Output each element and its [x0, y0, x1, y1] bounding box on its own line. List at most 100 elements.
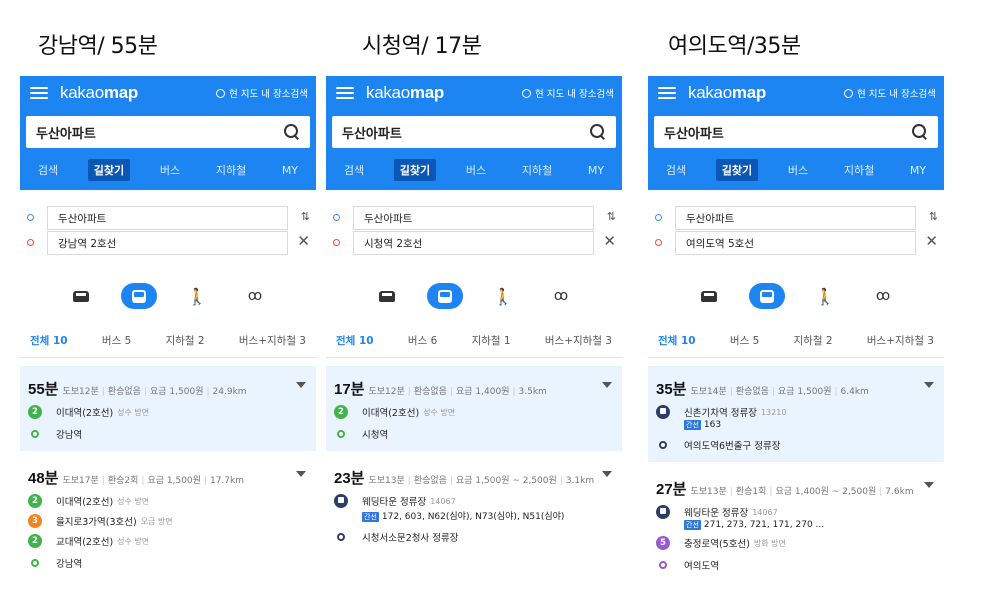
destination-input[interactable]: 여의도역 5호선 [675, 231, 916, 255]
filter-2[interactable]: 지하철 2 [794, 333, 833, 348]
tab-3[interactable]: 지하철 [516, 159, 558, 181]
transit-mode-button[interactable] [749, 283, 785, 309]
route-card[interactable]: 23분 도보13분 | 환승없음 | 요금 1,500원 ~ 2,500원 | 3.1km 웨… [326, 455, 622, 554]
route-minutes: 23분 [334, 470, 365, 487]
subway-line-badge: 5 [656, 536, 670, 550]
filter-0[interactable]: 전체 10 [336, 333, 374, 348]
search-query: 두산아파트 [342, 126, 402, 142]
filter-1[interactable]: 버스 6 [408, 333, 437, 348]
walk-icon: 🚶 [815, 286, 835, 306]
chevron-down-icon[interactable] [296, 382, 306, 388]
tab-1[interactable]: 길찾기 [393, 159, 437, 181]
route-card[interactable]: 27분 도보13분 | 환승1회 | 요금 1,400원 ~ 2,500원 | 7.6km 웨… [648, 466, 944, 582]
walk-icon: 🚶 [493, 286, 513, 306]
end-station-name: 여의도역 [684, 561, 719, 572]
main-tabs: 검색 길찾기 버스 지하철 MY [326, 158, 622, 182]
filter-0[interactable]: 전체 10 [30, 333, 68, 348]
kakaomap-logo[interactable]: kakaomap [688, 83, 766, 103]
close-icon[interactable]: ✕ [925, 232, 938, 250]
route-meta: 환승없음 [735, 387, 769, 397]
chevron-down-icon[interactable] [602, 382, 612, 388]
filter-1[interactable]: 버스 5 [102, 333, 131, 348]
swap-icon[interactable]: ⇅ [607, 210, 616, 223]
kakaomap-logo[interactable]: kakaomap [60, 83, 138, 103]
here-search-toggle[interactable]: 현 지도 내 장소검색 [522, 86, 614, 100]
transit-mode-button[interactable] [121, 283, 157, 309]
route-meta: 요금 1,400원 ~ 2,500원 [775, 487, 877, 497]
chevron-down-icon[interactable] [602, 471, 612, 477]
filter-3[interactable]: 버스+지하철 3 [545, 333, 612, 348]
meta-separator: | [101, 387, 105, 397]
tab-2[interactable]: 버스 [154, 159, 186, 181]
tab-0[interactable]: 검색 [660, 159, 692, 181]
car-mode-button[interactable] [369, 283, 405, 309]
tab-4[interactable]: MY [904, 161, 932, 180]
filter-0[interactable]: 전체 10 [658, 333, 696, 348]
walk-mode-button[interactable]: 🚶 [485, 283, 521, 309]
tab-4[interactable]: MY [276, 161, 304, 180]
filter-2[interactable]: 지하철 2 [166, 333, 205, 348]
destination-dot-icon [655, 239, 662, 246]
walk-mode-button[interactable]: 🚶 [179, 283, 215, 309]
transit-mode-button[interactable] [427, 283, 463, 309]
route-card[interactable]: 17분 도보12분 | 환승없음 | 요금 1,400원 | 3.5km 2 이대역(2호선)… [326, 366, 622, 451]
meta-separator: | [729, 487, 733, 497]
route-card[interactable]: 55분 도보12분 | 환승없음 | 요금 1,500원 | 24.9km 2 이대역(2호선… [20, 366, 316, 451]
destination-input[interactable]: 강남역 2호선 [47, 231, 288, 255]
chevron-down-icon[interactable] [924, 482, 934, 488]
close-icon[interactable]: ✕ [297, 232, 310, 250]
bus-number-list: 271, 273, 721, 171, 270 ... [703, 520, 825, 530]
end-station-name: 시청역 [362, 430, 389, 441]
route-meta: 7.6km [885, 487, 914, 497]
origin-input[interactable]: 두산아파트 [353, 206, 594, 230]
tab-2[interactable]: 버스 [460, 159, 492, 181]
transport-modes: 🚶 ꝏ [20, 276, 316, 316]
search-box[interactable]: 두산아파트 [26, 116, 310, 148]
walk-mode-button[interactable]: 🚶 [807, 283, 843, 309]
origin-input[interactable]: 두산아파트 [47, 206, 288, 230]
hamburger-menu-icon[interactable] [336, 87, 354, 99]
tab-3[interactable]: 지하철 [838, 159, 880, 181]
tab-1[interactable]: 길찾기 [87, 159, 131, 181]
kakaomap-logo[interactable]: kakaomap [366, 83, 444, 103]
destination-input[interactable]: 시청역 2호선 [353, 231, 594, 255]
hamburger-menu-icon[interactable] [658, 87, 676, 99]
tab-1[interactable]: 길찾기 [715, 159, 759, 181]
caption-cityhall: 시청역/ 17분 [362, 34, 482, 59]
filter-3[interactable]: 버스+지하철 3 [239, 333, 306, 348]
destination-end-icon [337, 533, 345, 541]
car-mode-button[interactable] [63, 283, 99, 309]
filter-2[interactable]: 지하철 1 [472, 333, 511, 348]
chevron-down-icon[interactable] [296, 471, 306, 477]
tab-0[interactable]: 검색 [32, 159, 64, 181]
tab-3[interactable]: 지하철 [210, 159, 252, 181]
kakaomap-panel: kakaomap 현 지도 내 장소검색 두산아파트 검색 길찾기 버스 지하철 MY … [20, 76, 316, 586]
search-icon[interactable] [284, 124, 300, 140]
here-search-toggle[interactable]: 현 지도 내 장소검색 [844, 86, 936, 100]
close-icon[interactable]: ✕ [603, 232, 616, 250]
filter-3[interactable]: 버스+지하철 3 [867, 333, 934, 348]
origin-input[interactable]: 두산아파트 [675, 206, 916, 230]
tab-2[interactable]: 버스 [782, 159, 814, 181]
search-icon[interactable] [590, 124, 606, 140]
search-box[interactable]: 두산아파트 [332, 116, 616, 148]
car-mode-button[interactable] [691, 283, 727, 309]
filter-1[interactable]: 버스 5 [730, 333, 759, 348]
bike-mode-button[interactable]: ꝏ [237, 283, 273, 309]
hamburger-menu-icon[interactable] [30, 87, 48, 99]
search-icon[interactable] [912, 124, 928, 140]
transport-modes: 🚶 ꝏ [648, 276, 944, 316]
search-box[interactable]: 두산아파트 [654, 116, 938, 148]
here-search-toggle[interactable]: 현 지도 내 장소검색 [216, 86, 308, 100]
swap-icon[interactable]: ⇅ [301, 210, 310, 223]
tab-4[interactable]: MY [582, 161, 610, 180]
route-summary: 48분 도보17분 | 환승2회 | 요금 1,500원 | 17.7km [28, 467, 306, 488]
chevron-down-icon[interactable] [924, 382, 934, 388]
bike-mode-button[interactable]: ꝏ [543, 283, 579, 309]
swap-icon[interactable]: ⇅ [929, 210, 938, 223]
tab-0[interactable]: 검색 [338, 159, 370, 181]
bike-mode-button[interactable]: ꝏ [865, 283, 901, 309]
route-card[interactable]: 35분 도보14분 | 환승없음 | 요금 1,500원 | 6.4km 신촌기차역 정류장 … [648, 366, 944, 462]
route-filters: 전체 10 버스 6 지하철 1 버스+지하철 3 [326, 324, 622, 358]
route-card[interactable]: 48분 도보17분 | 환승2회 | 요금 1,500원 | 17.7km 2 이대역(2호선… [20, 455, 316, 580]
